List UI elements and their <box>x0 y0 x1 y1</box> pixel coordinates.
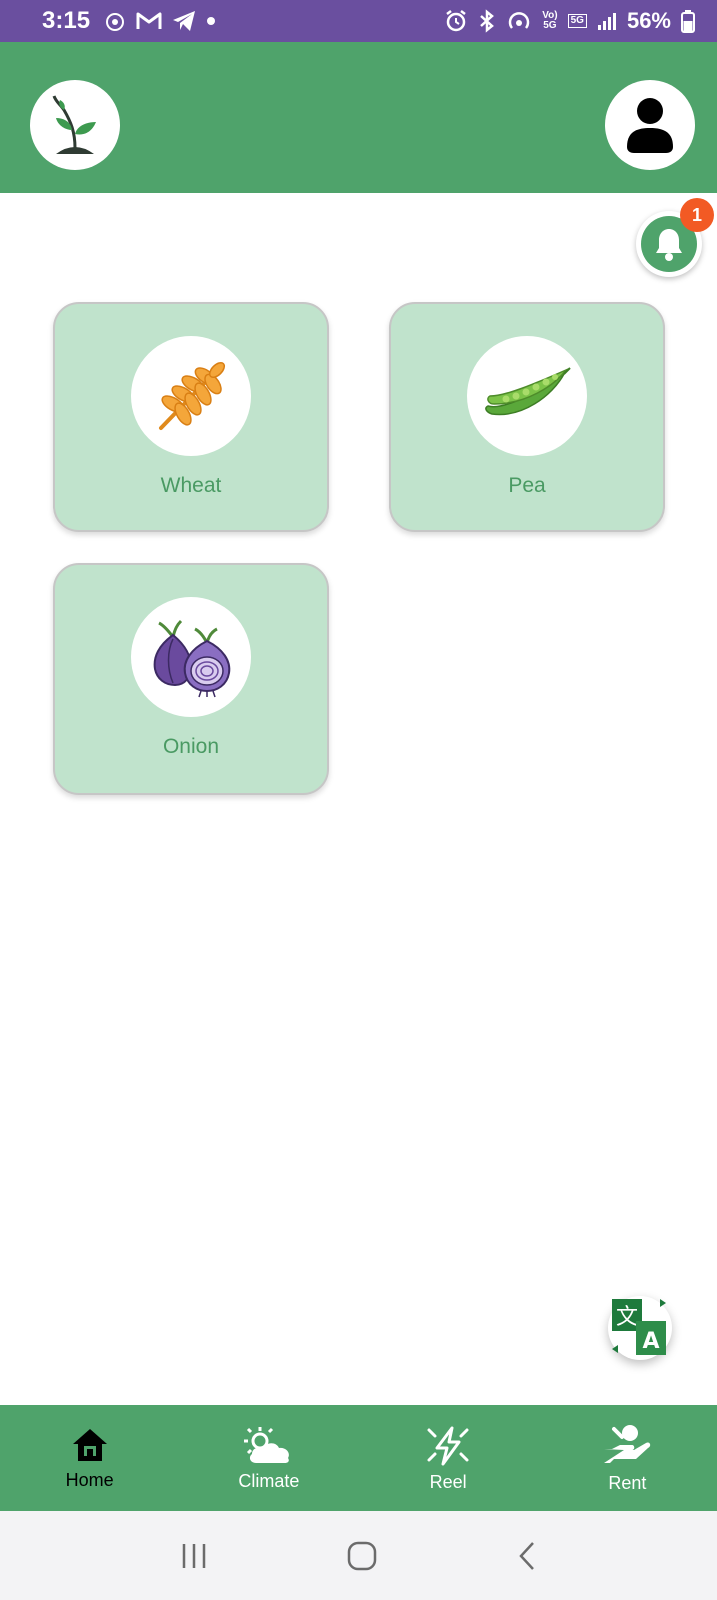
svg-text:文: 文 <box>616 1305 638 1330</box>
app-notification-icon <box>104 10 126 32</box>
5g-badge: 5G <box>567 14 587 28</box>
nav-label-rent: Rent <box>608 1472 647 1493</box>
battery-icon <box>681 9 695 33</box>
crop-image-circle <box>131 597 251 717</box>
wheat-icon <box>159 361 226 430</box>
lightning-icon <box>427 1426 469 1465</box>
volte-icon: Vo) 5G <box>542 11 557 31</box>
status-bar: 3:15 Vo) 5G 5G 56% <box>0 0 717 42</box>
nav-item-reel[interactable]: Reel <box>359 1405 538 1511</box>
crop-image-circle <box>467 336 587 456</box>
nav-label-reel: Reel <box>429 1471 467 1492</box>
profile-button[interactable] <box>605 80 695 170</box>
crop-card-pea[interactable]: Pea <box>389 302 665 532</box>
5g-data-icon: 5G <box>567 14 587 28</box>
bell-icon <box>656 229 682 261</box>
bottom-navigation: Home Climate Reel Rent <box>0 1405 717 1511</box>
translate-icon: 文 A <box>612 1299 666 1355</box>
crop-image-circle <box>131 336 251 456</box>
nav-item-climate[interactable]: Climate <box>179 1405 358 1511</box>
crop-label: Wheat <box>160 474 222 497</box>
user-avatar-icon <box>627 98 673 153</box>
status-bar-right: Vo) 5G 5G 56% <box>444 8 695 34</box>
signal-strength-icon <box>597 11 617 31</box>
alarm-icon <box>444 9 468 33</box>
crop-label: Pea <box>508 474 546 497</box>
translate-button[interactable]: 文 A <box>608 1296 672 1360</box>
hotspot-icon <box>506 9 532 33</box>
gmail-icon <box>136 11 162 31</box>
home-icon <box>72 1428 107 1461</box>
onion-icon <box>153 619 231 698</box>
app-logo[interactable] <box>30 80 120 170</box>
home-system-icon[interactable] <box>346 1540 378 1572</box>
pea-pod-icon <box>485 367 571 416</box>
crop-label: Onion <box>162 735 220 758</box>
system-navigation-bar <box>0 1511 717 1600</box>
notification-count-badge: 1 <box>680 198 714 232</box>
hand-rent-icon <box>604 1424 651 1463</box>
crop-card-wheat[interactable]: Wheat <box>53 302 329 532</box>
battery-percent: 56% <box>626 8 671 33</box>
crop-card-onion[interactable]: Onion <box>53 563 329 795</box>
nav-item-home[interactable]: Home <box>0 1405 179 1511</box>
nav-item-rent[interactable]: Rent <box>538 1405 717 1511</box>
svg-text:A: A <box>642 1329 659 1354</box>
bluetooth-icon <box>478 9 496 33</box>
status-time: 3:15 <box>42 7 91 34</box>
app-screen: 3:15 Vo) 5G 5G 56% 1 Wheat Pea Onion 文 A… <box>0 0 717 1600</box>
app-header <box>0 42 717 193</box>
volte-5g-label: 5G <box>543 20 557 31</box>
telegram-icon <box>172 10 196 32</box>
cloud-sun-icon <box>243 1426 289 1463</box>
back-icon[interactable] <box>516 1540 538 1572</box>
nav-label-climate: Climate <box>238 1470 300 1491</box>
sprout-icon <box>52 95 96 154</box>
recent-apps-icon[interactable] <box>179 1541 209 1571</box>
status-bar-left: 3:15 <box>42 7 216 35</box>
dot-icon <box>206 16 216 26</box>
nav-label-home: Home <box>65 1469 114 1490</box>
